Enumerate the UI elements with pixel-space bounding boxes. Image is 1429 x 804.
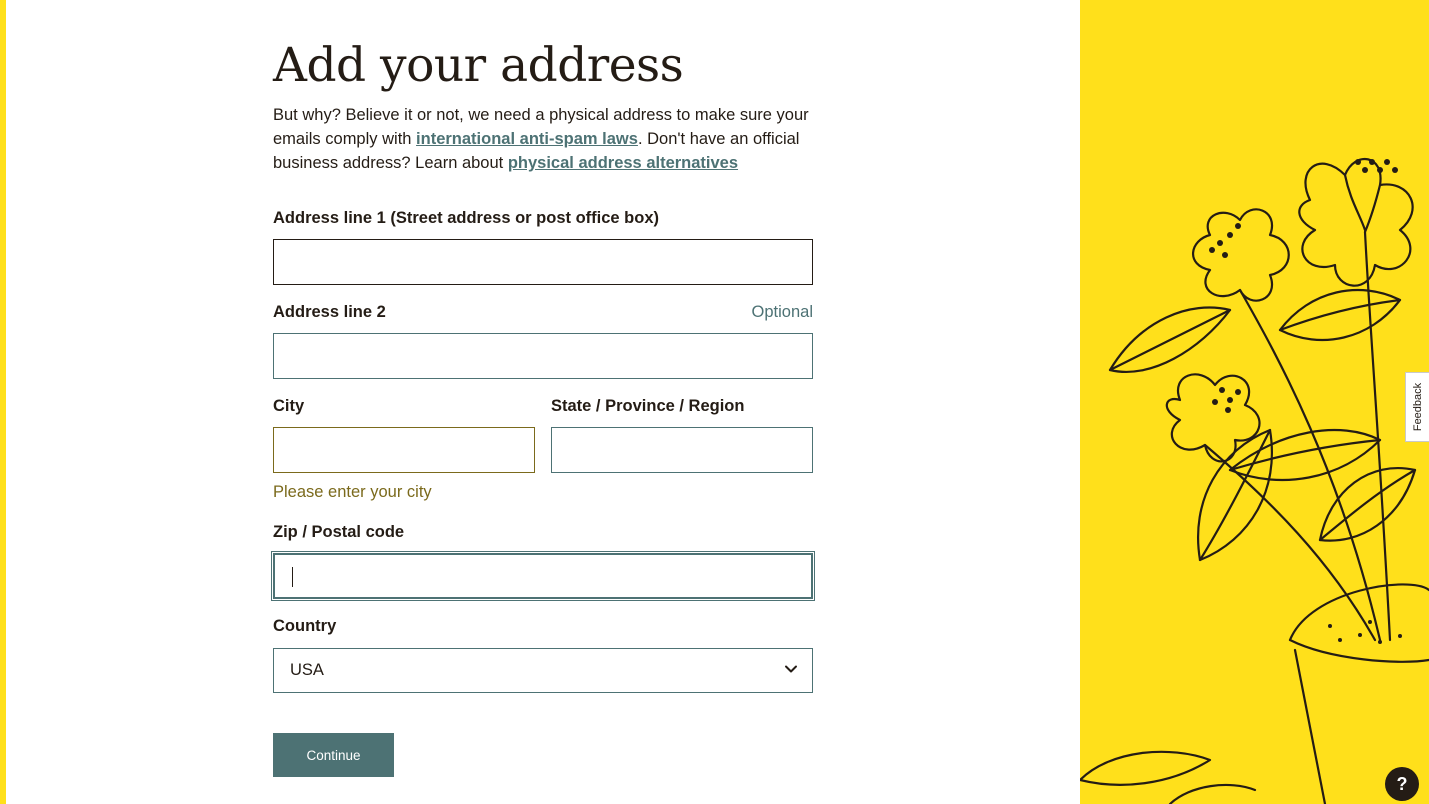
illustration-panel bbox=[1080, 0, 1429, 804]
address-line-1-label: Address line 1 (Street address or post o… bbox=[273, 209, 660, 227]
left-accent-stripe bbox=[0, 0, 6, 804]
state-input[interactable] bbox=[551, 427, 813, 473]
address-line-1-input[interactable] bbox=[273, 239, 813, 285]
country-select[interactable]: USA bbox=[273, 648, 813, 693]
anti-spam-laws-link[interactable]: international anti-spam laws bbox=[416, 130, 638, 148]
feedback-label: Feedback bbox=[1411, 382, 1424, 432]
city-error-message: Please enter your city bbox=[273, 483, 432, 501]
zip-label: Zip / Postal code bbox=[273, 523, 405, 541]
help-button[interactable]: ? bbox=[1385, 767, 1419, 801]
question-mark-icon: ? bbox=[1396, 774, 1408, 794]
flower-pot-illustration bbox=[1080, 157, 1429, 804]
chevron-down-icon bbox=[785, 665, 797, 673]
text-caret bbox=[292, 567, 293, 587]
feedback-tab[interactable]: Feedback bbox=[1405, 372, 1429, 442]
zip-input[interactable] bbox=[273, 553, 813, 599]
city-input[interactable] bbox=[273, 427, 535, 473]
page-title: Add your address bbox=[273, 38, 684, 93]
country-selected-value: USA bbox=[290, 661, 324, 679]
address-line-2-label: Address line 2 bbox=[273, 303, 386, 321]
intro-text: But why? Believe it or not, we need a ph… bbox=[273, 103, 813, 175]
address-line-2-input[interactable] bbox=[273, 333, 813, 379]
city-label: City bbox=[273, 397, 305, 415]
country-label: Country bbox=[273, 617, 337, 635]
address-alternatives-link[interactable]: physical address alternatives bbox=[508, 154, 738, 172]
continue-button[interactable]: Continue bbox=[273, 733, 394, 777]
state-label: State / Province / Region bbox=[551, 397, 745, 415]
optional-hint: Optional bbox=[751, 303, 813, 321]
